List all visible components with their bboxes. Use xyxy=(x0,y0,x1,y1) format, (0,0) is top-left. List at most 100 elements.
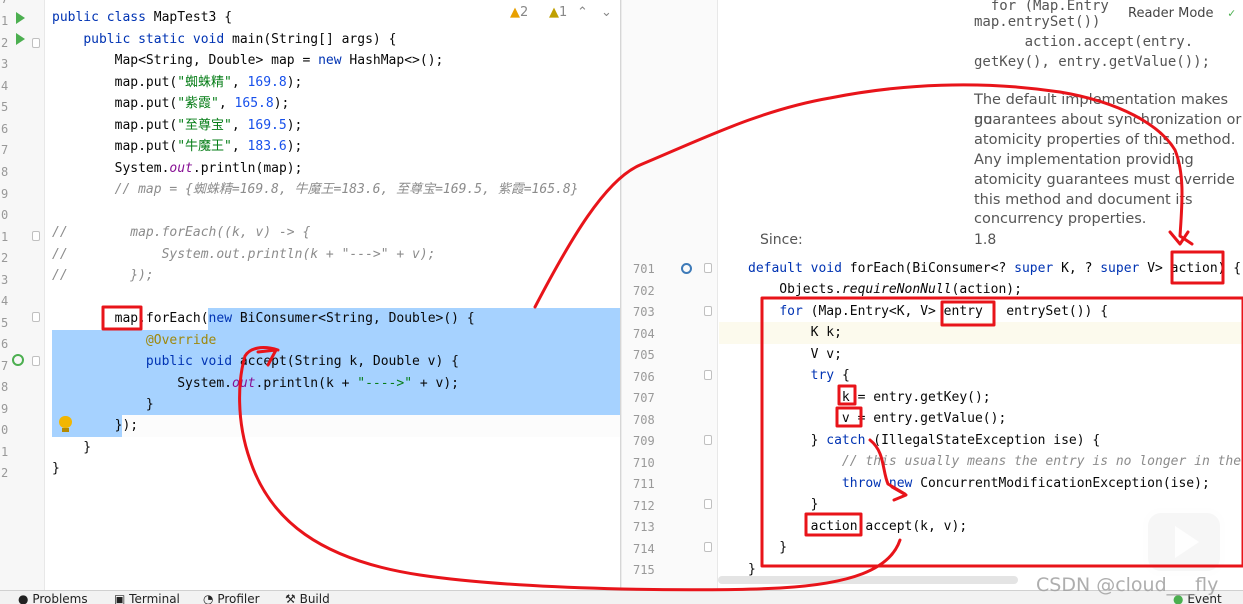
code-line[interactable]: System.out.println(map); xyxy=(52,158,303,179)
video-play-icon[interactable] xyxy=(1143,508,1225,576)
code-line[interactable]: }); xyxy=(52,415,138,436)
doc-text-line: guarantees about synchronization or xyxy=(974,112,1242,128)
run-main-icon[interactable] xyxy=(16,33,25,45)
fold-marker[interactable] xyxy=(32,38,40,48)
doc-text-line: this method and document its xyxy=(974,192,1193,208)
code-line[interactable]: } xyxy=(52,458,60,479)
code-line-comment[interactable]: // this usually means the entry is no lo… xyxy=(748,451,1241,472)
override-icon[interactable] xyxy=(12,354,24,366)
fold-marker[interactable] xyxy=(32,312,40,322)
line-number: 1 xyxy=(1,230,9,244)
code-line[interactable]: } xyxy=(748,494,819,515)
doc-code-line: action.accept(entry. xyxy=(974,34,1194,50)
problems-tab[interactable]: ● Problems xyxy=(18,592,88,604)
code-line[interactable]: K k; xyxy=(748,322,842,343)
line-number: 713 xyxy=(633,520,655,534)
problems-icon: ● xyxy=(18,592,29,604)
line-number: 705 xyxy=(633,348,655,362)
line-number: 1 xyxy=(1,14,9,28)
line-number: 7 xyxy=(1,143,9,157)
code-line-comment[interactable]: // System.out.println(k + "--->" + v); xyxy=(52,244,436,265)
line-number: 6 xyxy=(1,337,9,351)
code-line[interactable]: @Override xyxy=(52,330,216,351)
code-line[interactable]: map.put("紫霞", 165.8); xyxy=(52,93,290,114)
code-line-comment[interactable]: // map = {蜘蛛精=169.8, 牛魔王=183.6, 至尊宝=169.… xyxy=(52,179,579,200)
horizontal-scrollbar[interactable] xyxy=(718,576,1018,584)
line-number: 711 xyxy=(633,477,655,491)
code-line[interactable]: V v; xyxy=(748,344,842,365)
fold-marker[interactable] xyxy=(32,231,40,241)
code-line[interactable]: for (Map.Entry<K, V> entry : entrySet())… xyxy=(748,301,1108,322)
fold-marker[interactable] xyxy=(704,306,712,316)
line-number: 708 xyxy=(633,412,655,427)
line-number: 0 xyxy=(1,423,9,437)
fold-marker[interactable] xyxy=(704,499,712,509)
code-line[interactable]: Map<String, Double> map = new HashMap<>(… xyxy=(52,50,444,71)
code-line[interactable]: public static void main(String[] args) { xyxy=(52,29,396,50)
caret-line-highlight xyxy=(122,415,622,437)
line-number: 1 xyxy=(1,445,9,459)
code-line[interactable]: public class MapTest3 { xyxy=(52,7,232,28)
code-line[interactable]: } catch (IllegalStateException ise) { xyxy=(748,430,1101,451)
code-line[interactable]: throw new ConcurrentModificationExceptio… xyxy=(748,473,1210,494)
line-number: 714 xyxy=(633,541,655,556)
line-number: 2 xyxy=(1,36,9,50)
fold-marker[interactable] xyxy=(704,542,712,552)
code-line[interactable]: Objects.requireNonNull(action); xyxy=(748,279,1022,300)
warning-counter[interactable]: ▲2 xyxy=(510,5,528,20)
line-number: 4 xyxy=(1,79,9,93)
line-number: 701 xyxy=(633,262,655,276)
since-label: Since: xyxy=(760,232,803,248)
line-number: 715 xyxy=(633,563,655,577)
fold-marker[interactable] xyxy=(704,435,712,445)
run-class-icon[interactable] xyxy=(16,12,25,24)
terminal-tab[interactable]: ▣ Terminal xyxy=(114,592,180,604)
check-icon: ✓ xyxy=(1228,6,1236,20)
right-editor-pane[interactable]: Reader Mode ✓ for (Map.Entry map.entrySe… xyxy=(622,0,1243,590)
line-number: 9 xyxy=(1,402,9,416)
line-number: 709 xyxy=(633,434,655,448)
fold-marker[interactable] xyxy=(704,370,712,380)
line-number: 2 xyxy=(1,251,9,265)
line-number: 8 xyxy=(1,165,9,179)
line-number: 704 xyxy=(633,326,655,341)
previous-highlight-button[interactable]: ⌃ xyxy=(577,5,588,20)
code-line[interactable]: map.put("至尊宝", 169.5); xyxy=(52,115,303,136)
code-line[interactable]: public void accept(String k, Double v) { xyxy=(52,351,459,372)
profiler-tab[interactable]: ◔ Profiler xyxy=(203,592,260,604)
fold-marker[interactable] xyxy=(32,356,40,366)
line-number: 3 xyxy=(1,57,9,71)
weak-warning-counter[interactable]: ▲1 xyxy=(549,5,567,20)
line-number: 9 xyxy=(1,187,9,201)
line-number: 5 xyxy=(1,100,9,114)
reader-mode-button[interactable]: Reader Mode xyxy=(1128,6,1214,21)
code-line[interactable]: k = entry.getKey(); xyxy=(748,387,991,408)
code-line[interactable]: v = entry.getValue(); xyxy=(748,408,1006,429)
line-number: 5 xyxy=(1,316,9,330)
fold-marker[interactable] xyxy=(704,263,712,273)
line-number: 710 xyxy=(633,455,655,470)
line-number: 7 xyxy=(1,0,8,6)
line-number: 2 xyxy=(1,466,9,480)
since-value: 1.8 xyxy=(974,232,997,248)
code-line[interactable]: System.out.println(k + "---->" + v); xyxy=(52,373,459,394)
code-line[interactable]: } xyxy=(52,394,154,415)
code-line-comment[interactable]: // }); xyxy=(52,265,154,286)
code-line[interactable]: } xyxy=(52,437,91,458)
next-highlight-button[interactable]: ⌄ xyxy=(601,5,612,20)
line-number: 703 xyxy=(633,305,655,319)
code-line[interactable]: action.accept(k, v); xyxy=(748,516,968,537)
code-line[interactable]: map.forEach(new BiConsumer<String, Doubl… xyxy=(52,308,475,329)
implemented-icon[interactable] xyxy=(681,263,692,274)
code-line[interactable]: map.put("蜘蛛精", 169.8); xyxy=(52,72,303,93)
code-line[interactable]: map.put("牛魔王", 183.6); xyxy=(52,136,303,157)
code-line[interactable]: try { xyxy=(748,365,850,386)
line-number: 0 xyxy=(1,208,9,222)
code-line[interactable]: default void forEach(BiConsumer<? super … xyxy=(748,258,1241,279)
build-icon: ⚒ xyxy=(285,592,296,604)
left-editor-pane[interactable]: 7 1 2 3 4 5 6 7 8 9 0 1 2 3 4 5 6 7 8 9 0 1 2 ▲2 ▲1 ⌃ ⌄ public… xyxy=(0,0,622,590)
code-line[interactable]: } xyxy=(748,537,787,558)
doc-text-line: concurrency properties. xyxy=(974,211,1147,227)
build-tab[interactable]: ⚒ Build xyxy=(285,592,330,604)
code-line-comment[interactable]: // map.forEach((k, v) -> { xyxy=(52,222,310,243)
